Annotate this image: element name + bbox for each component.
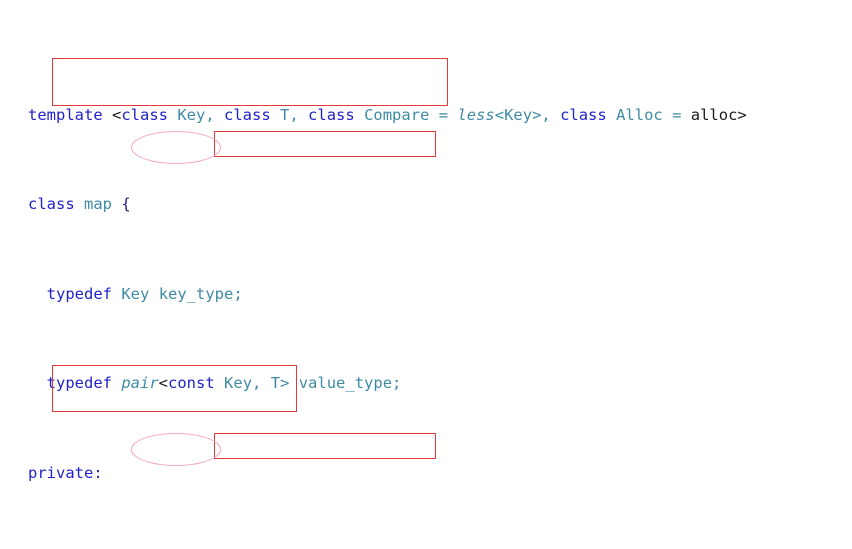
type-compare: Compare <box>364 105 430 124</box>
code-line-map-2: class map { <box>28 193 747 215</box>
id-pair: pair <box>121 374 159 393</box>
punct: ; <box>392 374 402 393</box>
keyword-class: class <box>308 105 355 124</box>
code-line-map-1: template <class Key, class T, class Comp… <box>28 104 747 126</box>
punct: , <box>252 374 271 393</box>
keyword-private: private: <box>28 464 103 483</box>
keyword-typedef: typedef <box>46 284 112 303</box>
code-line-map-3: typedef Key key_type; <box>28 283 747 305</box>
punct: = <box>429 105 458 124</box>
type-alloc: Alloc <box>616 105 663 124</box>
punct: > <box>280 374 299 393</box>
keyword-class: class <box>224 105 271 124</box>
type-key-type: key_type <box>158 284 234 303</box>
keyword-class: class <box>560 105 607 124</box>
type-key: Key <box>224 374 253 393</box>
punct: >, <box>532 105 561 124</box>
keyword-class: class <box>28 195 75 214</box>
punct: ; <box>233 284 243 303</box>
keyword-const: const <box>168 374 215 393</box>
punct: < <box>158 374 169 393</box>
keyword-class: class <box>121 105 168 124</box>
type-less: less <box>457 105 495 124</box>
punct: < <box>494 105 505 124</box>
keyword-template: template <box>28 105 103 124</box>
id-alloc: alloc <box>690 105 738 124</box>
open-brace: { <box>121 195 131 214</box>
type-key: Key <box>121 284 150 303</box>
type-t: T <box>270 374 281 393</box>
punct: , <box>205 105 225 124</box>
keyword-typedef: typedef <box>46 374 112 393</box>
punct: = <box>662 105 691 124</box>
punct: < <box>102 105 122 124</box>
type-key: Key <box>504 105 533 124</box>
type-value-type: value_type <box>298 374 393 393</box>
code-screenshot-canvas: template <class Key, class T, class Comp… <box>0 0 852 549</box>
punct: > <box>737 105 747 124</box>
id-map: map <box>84 195 113 214</box>
code-line-map-5: private: <box>28 462 747 484</box>
type-t: T <box>280 105 290 124</box>
punct: , <box>289 105 309 124</box>
type-key: Key <box>177 105 206 124</box>
code-listing: template <class Key, class T, class Comp… <box>28 14 747 549</box>
code-line-map-4: typedef pair<const Key, T> value_type; <box>28 372 747 394</box>
